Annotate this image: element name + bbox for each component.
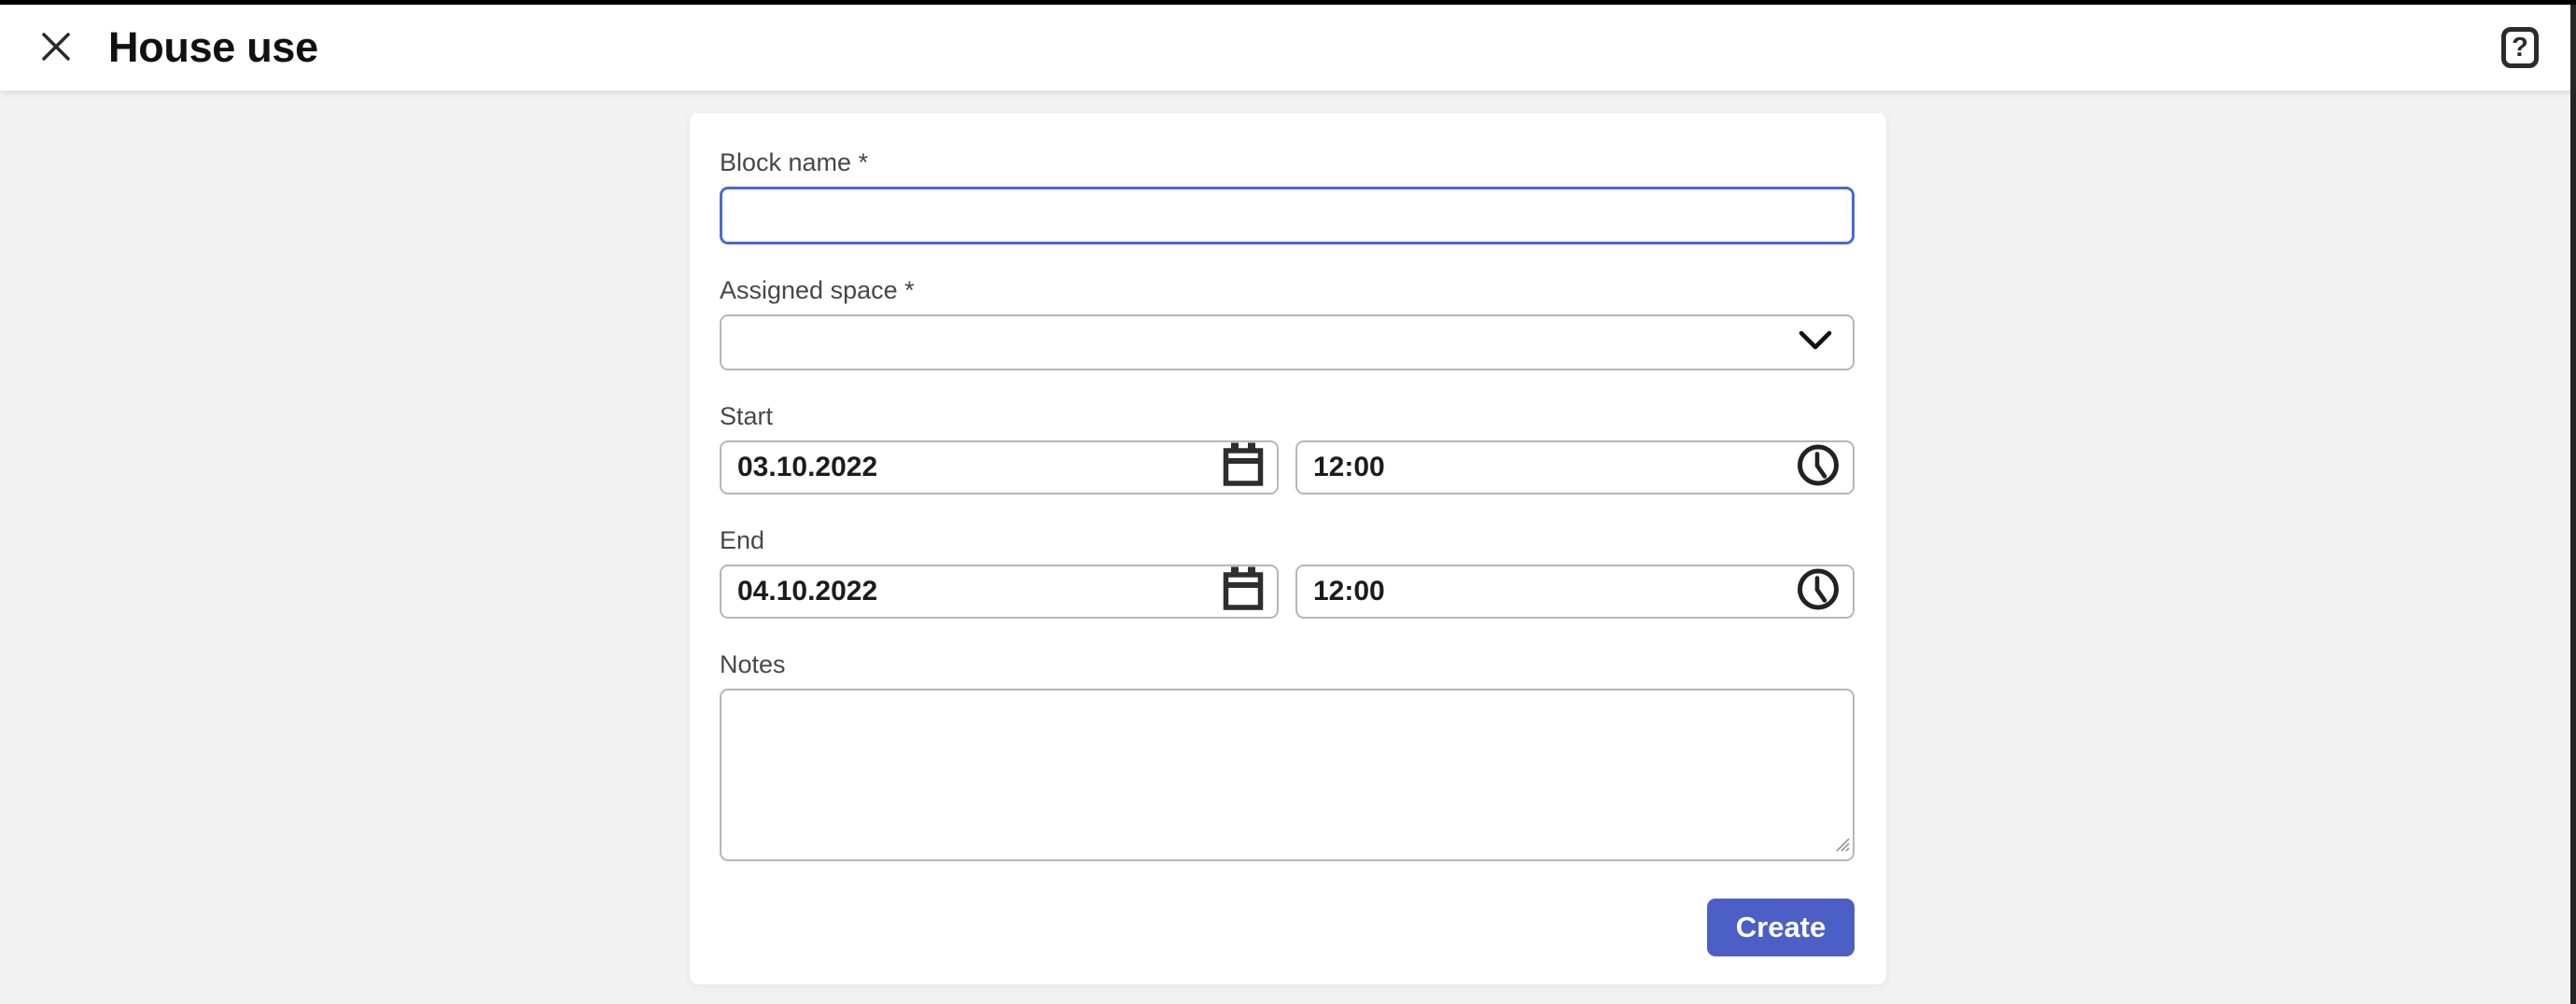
start-date-input[interactable]: [720, 440, 1279, 495]
assigned-space-select[interactable]: [720, 314, 1855, 370]
house-use-form-card: Block name * Assigned space * Start: [690, 113, 1886, 984]
end-time-group: [1295, 565, 1855, 619]
main-content: Block name * Assigned space * Start: [0, 91, 2576, 984]
end-time-input[interactable]: [1295, 565, 1855, 619]
block-name-label: Block name *: [720, 148, 1855, 177]
resize-handle-icon[interactable]: [1833, 835, 1850, 857]
start-time-input[interactable]: [1295, 440, 1855, 495]
close-icon: [41, 32, 71, 64]
end-date-group: [720, 565, 1279, 619]
notes-label: Notes: [720, 650, 1855, 679]
header-bar: House use ?: [0, 5, 2576, 91]
end-label: End: [720, 526, 1855, 555]
form-actions: Create: [720, 899, 1855, 956]
start-label: Start: [720, 402, 1855, 431]
calendar-icon[interactable]: [1223, 567, 1264, 617]
page-title: House use: [108, 23, 318, 72]
notes-field: Notes: [720, 650, 1855, 861]
calendar-icon[interactable]: [1223, 443, 1264, 493]
start-time-group: [1295, 440, 1855, 495]
end-date-input[interactable]: [720, 565, 1279, 619]
block-name-input[interactable]: [720, 187, 1855, 244]
window-right-border: [2570, 5, 2576, 1004]
assigned-space-field: Assigned space *: [720, 276, 1855, 370]
start-date-group: [720, 440, 1279, 495]
assigned-space-label: Assigned space *: [720, 276, 1855, 305]
help-icon: ?: [2512, 35, 2528, 62]
start-field: Start: [720, 402, 1855, 495]
clock-icon[interactable]: [1797, 568, 1840, 616]
help-button[interactable]: ?: [2501, 27, 2539, 68]
chevron-down-icon: [1799, 330, 1832, 356]
close-button[interactable]: [35, 27, 77, 68]
block-name-field: Block name *: [720, 148, 1855, 244]
notes-textarea[interactable]: [720, 689, 1855, 861]
create-button[interactable]: Create: [1707, 899, 1855, 956]
end-field: End: [720, 526, 1855, 619]
clock-icon[interactable]: [1797, 444, 1840, 492]
window: House use ? Block name * Assigned space …: [0, 0, 2576, 1004]
